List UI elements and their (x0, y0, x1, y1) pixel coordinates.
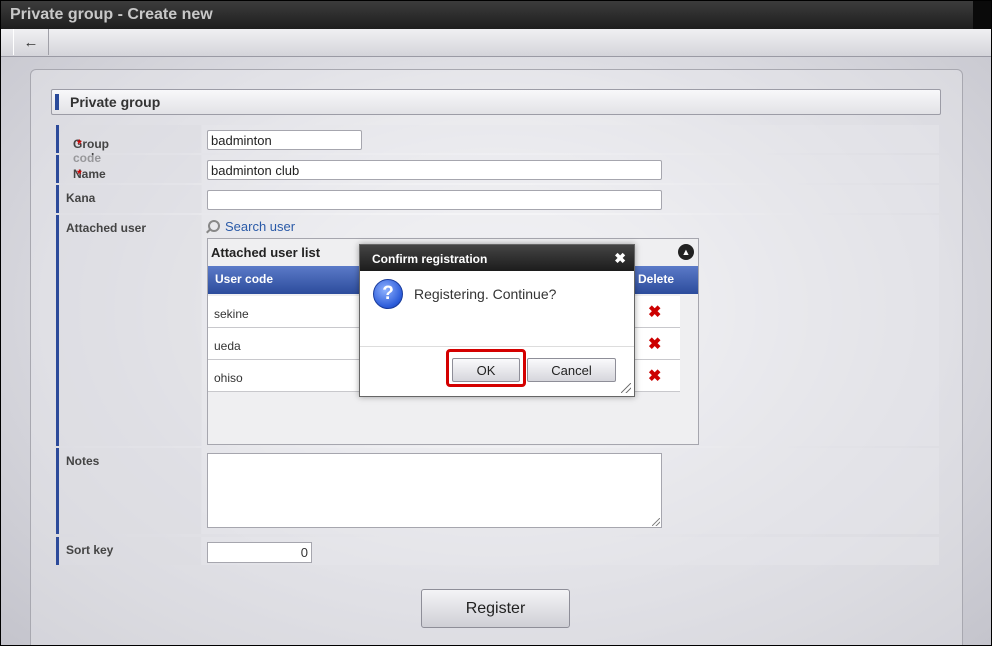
ok-button[interactable]: OK (452, 358, 520, 382)
name-input[interactable] (207, 160, 662, 180)
attached-user-label-cell: Attached user (56, 215, 202, 446)
sort-key-input[interactable]: 0 (207, 542, 312, 563)
arrow-left-icon: ← (23, 33, 39, 51)
delete-icon[interactable]: ✖ (648, 334, 661, 354)
user-code-cell: ueda (214, 339, 241, 353)
name-label-cell: Name * (56, 155, 202, 183)
dialog-message: Registering. Continue? (414, 286, 557, 302)
app-window: Private group - Create new ← Private gro… (0, 0, 992, 646)
register-button[interactable]: Register (421, 589, 570, 628)
dialog-title: Confirm registration (372, 252, 488, 266)
search-user-label: Search user (225, 219, 296, 234)
column-header-user-code: User code (215, 272, 274, 286)
section-header: Private group (51, 89, 941, 115)
magnifier-icon (208, 220, 220, 232)
window-title: Private group - Create new (1, 1, 991, 29)
required-mark: * (77, 167, 82, 181)
column-header-delete: Delete (638, 272, 675, 286)
collapse-up-icon[interactable]: ▲ (678, 244, 694, 260)
kana-input[interactable] (207, 190, 662, 210)
back-button[interactable]: ← (13, 29, 49, 55)
group-code-input[interactable] (207, 130, 362, 150)
attached-user-label: Attached user (66, 221, 147, 235)
notes-label: Notes (66, 454, 100, 468)
divider (360, 346, 634, 347)
group-code-label-cell: Group code* (56, 125, 202, 165)
dialog-titlebar: Confirm registration ✖ (360, 245, 634, 271)
question-icon: ? (373, 279, 403, 309)
section-title: Private group (70, 94, 161, 110)
search-user-link[interactable]: Search user (208, 219, 295, 234)
resize-handle-icon[interactable] (621, 383, 631, 393)
user-code-cell: ohiso (214, 371, 243, 385)
notes-label-cell: Notes (56, 448, 202, 534)
delete-icon[interactable]: ✖ (648, 302, 661, 322)
toolbar: ← (1, 29, 991, 57)
notes-textarea[interactable] (207, 453, 662, 528)
attached-user-list-title: Attached user list (211, 245, 321, 260)
resize-grip-icon[interactable] (652, 518, 660, 526)
required-mark: * (77, 137, 82, 151)
user-code-cell: sekine (214, 307, 249, 321)
kana-label: Kana (66, 191, 96, 205)
sort-key-label: Sort key (66, 543, 114, 557)
close-icon[interactable]: ✖ (614, 250, 626, 267)
confirm-dialog: Confirm registration ✖ ? Registering. Co… (359, 244, 635, 397)
delete-icon[interactable]: ✖ (648, 366, 661, 386)
sort-key-label-cell: Sort key (56, 537, 202, 565)
cancel-button[interactable]: Cancel (527, 358, 616, 382)
kana-label-cell: Kana (56, 185, 202, 213)
